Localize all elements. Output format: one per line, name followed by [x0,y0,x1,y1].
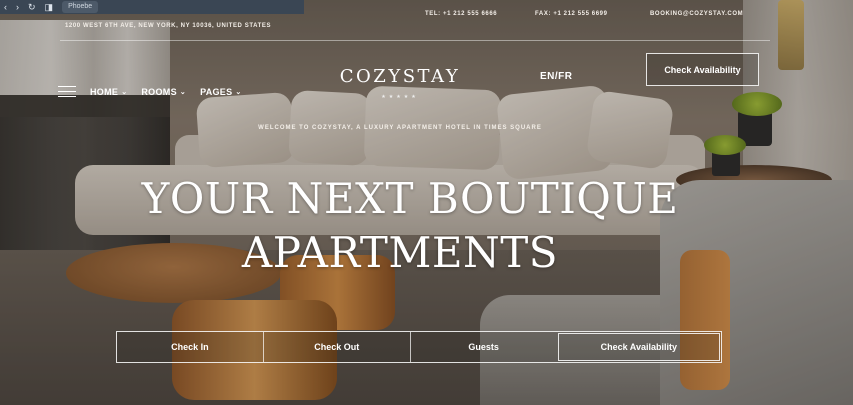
language-switcher[interactable]: EN/FR [540,71,573,82]
check-in-field[interactable]: Check In [117,332,263,362]
contact-strip: 1200 WEST 6TH AVE, NEW YORK, NY 10036, U… [60,11,773,36]
check-availability-button[interactable]: Check Availability [557,333,721,361]
booking-bar: Check In Check Out Guests Check Availabi… [116,331,722,363]
forward-icon[interactable]: › [16,1,19,13]
fax-text: FAX: +1 212 555 6699 [535,11,608,17]
chevron-down-icon: ⌄ [235,88,242,96]
browser-toolbar: ‹ › ↻ ◨ Phoebe [0,0,304,14]
header-check-availability-button[interactable]: Check Availability [646,53,759,86]
nav-item-home[interactable]: HOME ⌄ [90,87,127,97]
welcome-tagline: WELCOME TO COZYSTAY, A LUXURY APARTMENT … [258,125,542,131]
menu-icon[interactable] [58,86,76,97]
address-text: 1200 WEST 6TH AVE, NEW YORK, NY 10036, U… [65,23,272,29]
chevron-down-icon: ⌄ [179,88,187,96]
hero-headline-line1: YOUR NEXT BOUTIQUE [141,174,679,223]
chevron-down-icon: ⌄ [121,88,128,96]
reload-icon[interactable]: ↻ [28,1,36,13]
site-logo[interactable]: COZYSTAY [335,66,465,87]
nav-item-pages[interactable]: PAGES ⌄ [200,87,242,97]
hero-headline-line2: APARTMENTS [241,228,559,277]
rating-stars: ★★★★★ [381,94,419,100]
nav-item-rooms[interactable]: ROOMS ⌄ [141,87,186,97]
main-nav: HOME ⌄ ROOMS ⌄ PAGES ⌄ [58,86,242,97]
check-out-field[interactable]: Check Out [262,332,410,362]
nav-item-label: HOME [90,86,119,97]
phone-link[interactable]: TEL: +1 212 555 6666 [425,11,497,17]
guests-field[interactable]: Guests [409,332,557,362]
back-icon[interactable]: ‹ [4,1,7,13]
tab-label[interactable]: Phoebe [62,1,99,13]
nav-item-label: ROOMS [141,86,177,97]
header-divider [60,40,770,41]
hero-headline: YOUR NEXT BOUTIQUE APARTMENTS [110,172,710,280]
bookmark-icon[interactable]: ◨ [45,1,54,13]
nav-item-label: PAGES [200,86,233,97]
email-link[interactable]: BOOKING@COZYSTAY.COM [650,11,743,17]
